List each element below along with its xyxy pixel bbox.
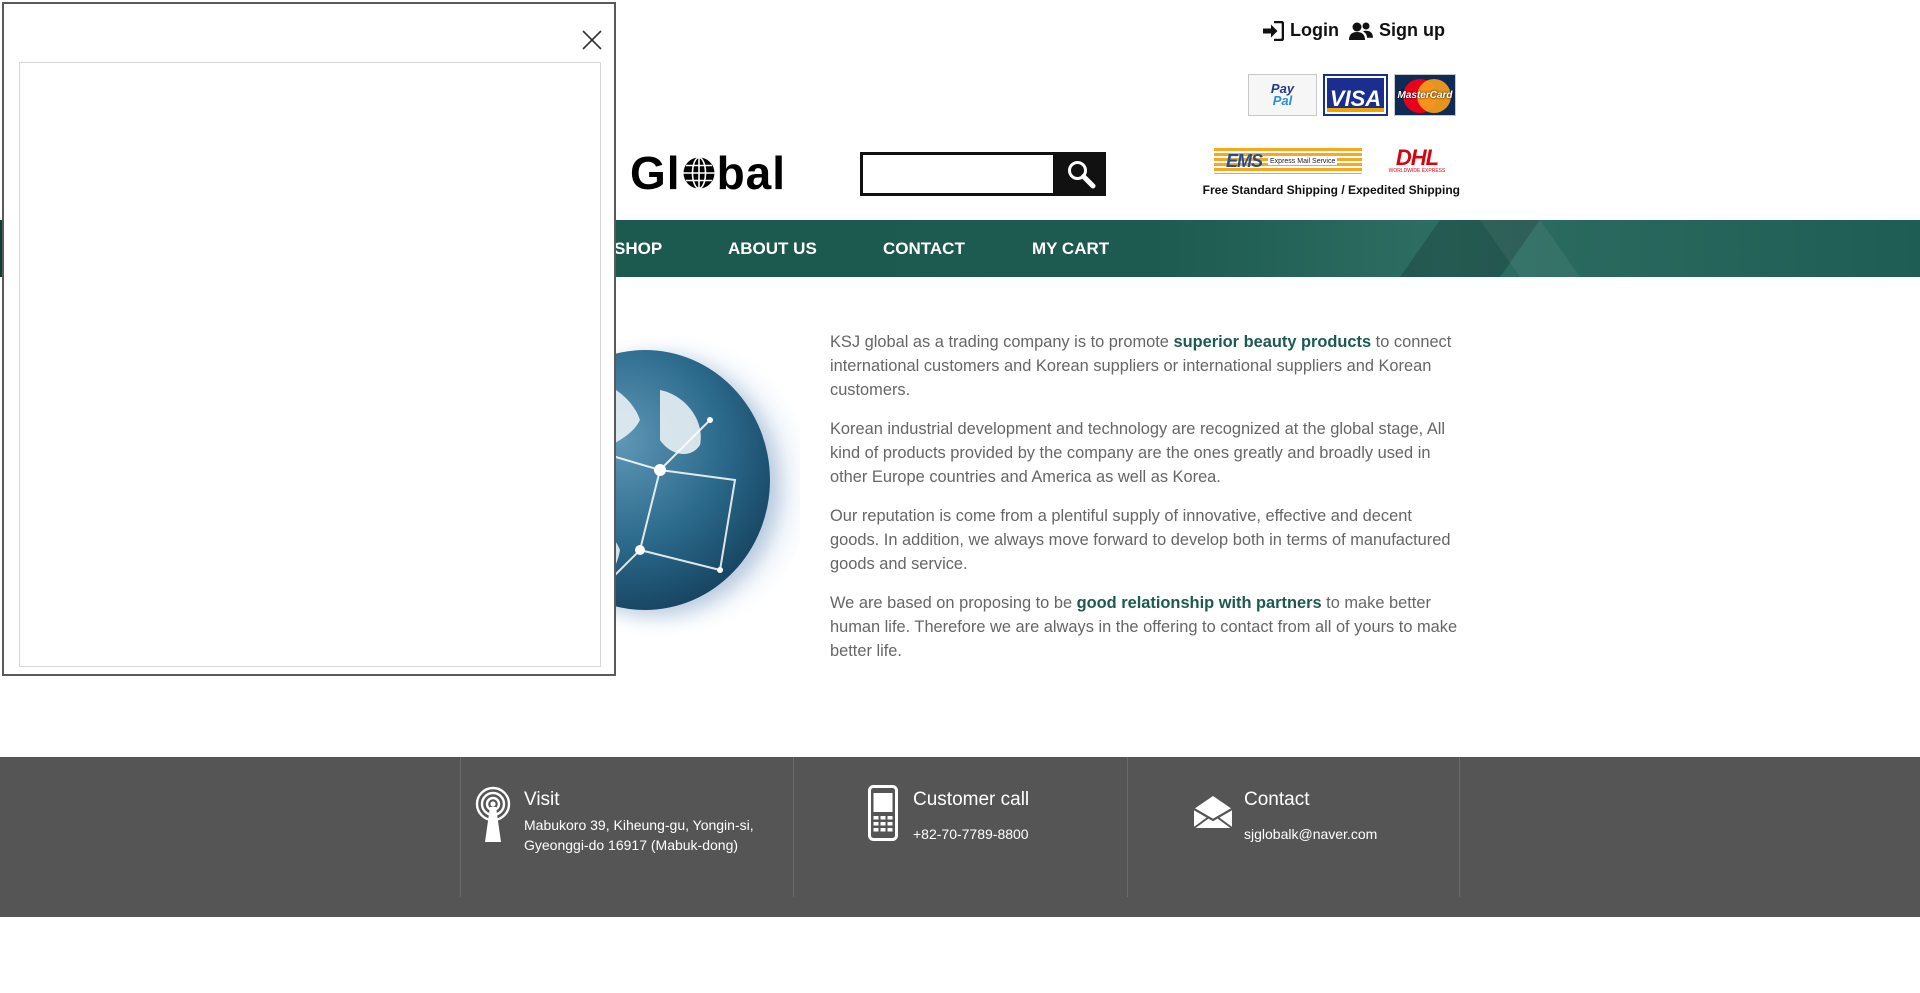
nav-item-shop[interactable]: SHOP: [614, 239, 662, 259]
dhl-subtext: WORLDWIDE EXPRESS: [1388, 168, 1446, 174]
highlight-beauty-products: superior beauty products: [1173, 333, 1372, 351]
popup-window: [2, 2, 616, 676]
visa-logo: VISA: [1323, 74, 1388, 116]
mobile-phone-icon: [868, 785, 898, 841]
search-field[interactable]: [860, 152, 1056, 196]
globe-icon: [683, 156, 715, 190]
about-paragraph-3: Our reputation is come from a plentiful …: [830, 507, 1451, 573]
call-title: Customer call: [913, 789, 1030, 810]
search-icon: [1068, 161, 1096, 189]
dhl-text: DHL: [1395, 145, 1439, 170]
nav-item-about-us[interactable]: ABOUT US: [728, 239, 817, 259]
signup-link[interactable]: Sign up: [1348, 20, 1445, 41]
address-line-2: Gyeonggi-do 16917 (Mabuk-dong): [524, 837, 739, 853]
users-icon: [1348, 22, 1373, 40]
contact-email[interactable]: sjglobalk@naver.com: [1244, 824, 1377, 844]
nav-item-contact[interactable]: CONTACT: [883, 239, 965, 259]
site-logo[interactable]: Gl bal: [630, 146, 786, 200]
address-line-1: Mabukoro 39, Kiheung-gu, Yongin-si,: [524, 817, 754, 833]
signup-label: Sign up: [1378, 20, 1445, 40]
popup-content-frame: [19, 62, 601, 667]
ems-text: EMS: [1226, 150, 1263, 171]
contact-title: Contact: [1244, 789, 1310, 810]
mastercard-logo: MasterCard: [1394, 74, 1456, 116]
ems-subtext: Express Mail Service: [1268, 157, 1338, 165]
logo-text-suffix: bal: [716, 147, 787, 199]
nav-item-my-cart[interactable]: MY CART: [1032, 239, 1109, 259]
payment-methods: Pay Pal VISA MasterCard: [1248, 74, 1456, 116]
footer: Visit Mabukoro 39, Kiheung-gu, Yongin-si…: [0, 757, 1920, 917]
antenna-icon: [475, 786, 511, 842]
visa-text: VISA: [1327, 78, 1384, 112]
footer-contact: Contact sjglobalk@naver.com: [1127, 757, 1460, 897]
dhl-logo: DHL WORLDWIDE EXPRESS: [1376, 145, 1458, 174]
envelope-icon: [1193, 796, 1233, 829]
ems-logo: EMS Express Mail Service: [1214, 148, 1362, 174]
about-paragraph-1: KSJ global as a trading company is to pr…: [830, 333, 1452, 399]
footer-call: Customer call +82-70-7789-8800: [793, 757, 1127, 897]
login-label: Login: [1290, 20, 1339, 40]
close-icon[interactable]: [580, 28, 604, 52]
account-links: Login Sign up: [1262, 20, 1445, 41]
search-button[interactable]: [1056, 152, 1106, 196]
shipping-info: Free Standard Shipping / Expedited Shipp…: [1202, 183, 1460, 197]
logo-text-prefix: Gl: [630, 147, 681, 199]
about-paragraph-2: Korean industrial development and techno…: [830, 420, 1446, 486]
sign-in-icon: [1263, 20, 1284, 41]
call-phone[interactable]: +82-70-7789-8800: [913, 824, 1029, 844]
about-content: KSJ global as a trading company is to pr…: [830, 330, 1462, 678]
visit-title: Visit: [524, 789, 560, 810]
paypal-text-2: Pal: [1272, 93, 1293, 108]
search-input[interactable]: [863, 155, 1053, 193]
highlight-relationship: good relationship with partners: [1076, 594, 1322, 612]
paypal-logo: Pay Pal: [1248, 74, 1317, 116]
mastercard-text: MasterCard: [1397, 89, 1453, 101]
shipping-logos: EMS Express Mail Service DHL WORLDWIDE E…: [1214, 145, 1458, 174]
about-paragraph-4: We are based on proposing to be good rel…: [830, 594, 1458, 660]
visit-address: Mabukoro 39, Kiheung-gu, Yongin-si, Gyeo…: [524, 815, 754, 855]
footer-visit: Visit Mabukoro 39, Kiheung-gu, Yongin-si…: [460, 757, 793, 897]
login-link[interactable]: Login: [1262, 20, 1339, 41]
